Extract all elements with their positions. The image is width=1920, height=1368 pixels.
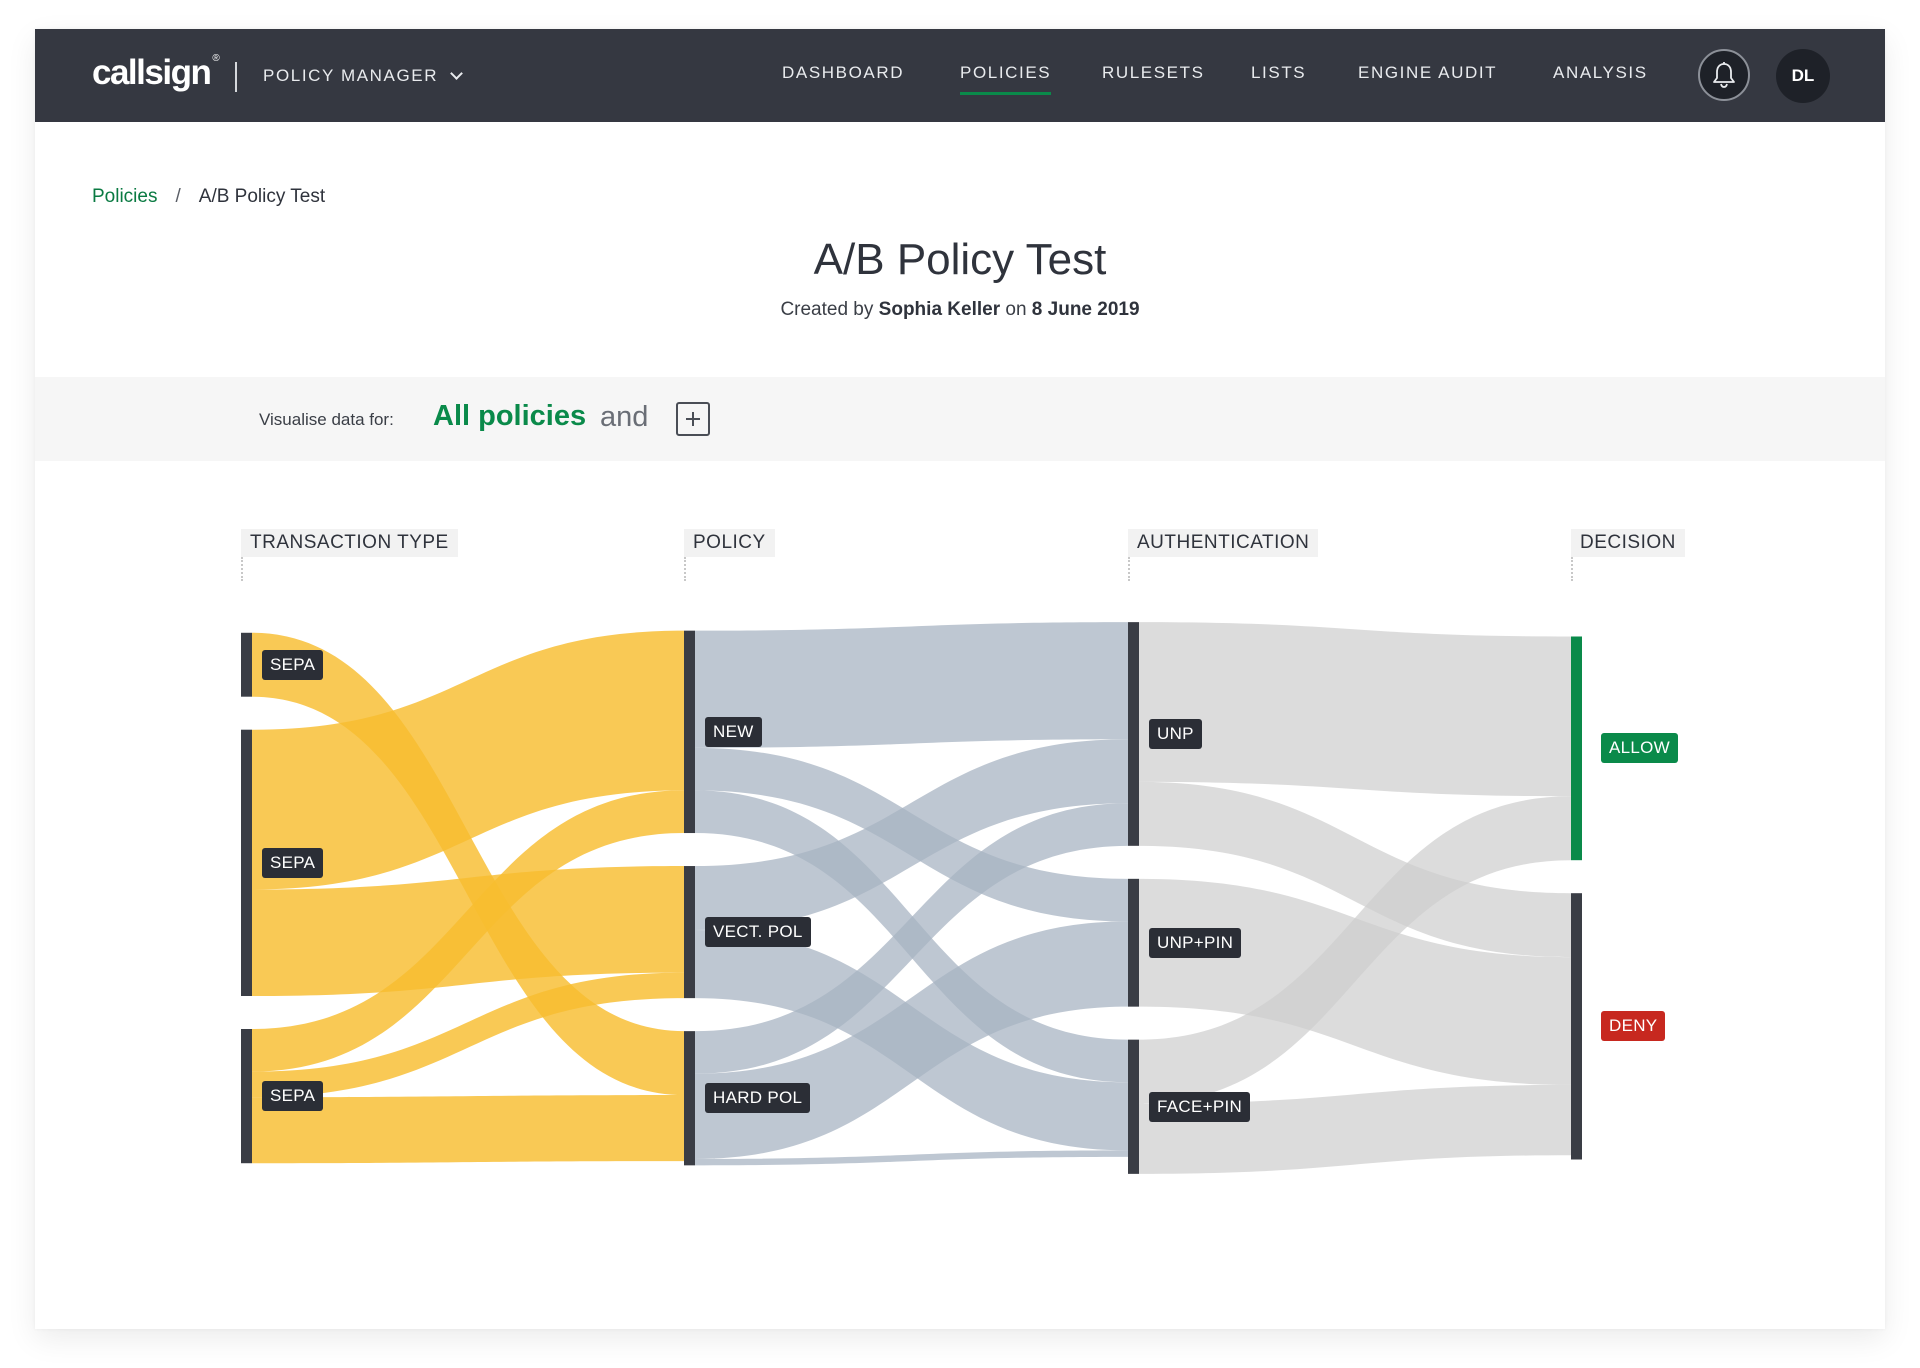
page-subtitle: Created by Sophia Keller on 8 June 2019 bbox=[35, 299, 1885, 321]
sankey-node-label-t2[interactable]: SEPA bbox=[262, 847, 324, 878]
nav-analysis[interactable]: ANALYSIS bbox=[1553, 63, 1648, 83]
user-avatar[interactable]: DL bbox=[1776, 49, 1830, 103]
nav-dashboard[interactable]: DASHBOARD bbox=[782, 63, 904, 83]
visualise-label: Visualise data for: bbox=[259, 410, 394, 429]
breadcrumb-current: A/B Policy Test bbox=[198, 186, 326, 207]
sankey-link-a_unp-d_allow[interactable] bbox=[1139, 622, 1571, 797]
created-date: 8 June 2019 bbox=[1031, 299, 1140, 320]
notifications-button[interactable] bbox=[1698, 49, 1750, 101]
sankey-node-bar-p_vect[interactable] bbox=[684, 866, 695, 999]
created-by-prefix: Created by bbox=[780, 299, 874, 320]
nav-engine-audit[interactable]: ENGINE AUDIT bbox=[1358, 63, 1497, 83]
sankey-node-bar-d_deny[interactable] bbox=[1571, 893, 1582, 1160]
sankey-node-label-a_unp[interactable]: UNP bbox=[1149, 718, 1202, 749]
sankey-node-bar-t2[interactable] bbox=[241, 729, 252, 996]
add-comparison-button[interactable] bbox=[676, 402, 710, 436]
sankey-node-bar-a_unppin[interactable] bbox=[1128, 878, 1139, 1007]
conjunction-label: and bbox=[600, 401, 649, 433]
sankey-node-label-a_unppin[interactable]: UNP+PIN bbox=[1149, 927, 1242, 958]
filter-bar: Visualise data for: All policies and bbox=[35, 377, 1885, 461]
sankey-node-label-a_face[interactable]: FACE+PIN bbox=[1149, 1091, 1251, 1122]
main-nav: DASHBOARD POLICIES RULESETS LISTS ENGINE… bbox=[35, 29, 1885, 122]
nav-rulesets[interactable]: RULESETS bbox=[1102, 63, 1205, 83]
sankey-node-bar-p_hard[interactable] bbox=[684, 1031, 695, 1166]
breadcrumb: Policies / A/B Policy Test bbox=[92, 186, 325, 208]
bell-icon bbox=[1713, 62, 1735, 88]
plus-icon bbox=[686, 412, 700, 426]
sankey-node-label-p_hard[interactable]: HARD POL bbox=[705, 1083, 811, 1114]
sankey-node-bar-a_unp[interactable] bbox=[1128, 622, 1139, 846]
created-on-label: on bbox=[1005, 299, 1027, 320]
sankey-links bbox=[252, 622, 1571, 1174]
sankey-chart: TRANSACTION TYPE POLICY AUTHENTICATION D… bbox=[35, 529, 1885, 1209]
sankey-node-label-t1[interactable]: SEPA bbox=[262, 649, 324, 680]
sankey-node-bar-t3[interactable] bbox=[241, 1029, 252, 1164]
page-title: A/B Policy Test bbox=[813, 235, 1107, 284]
breadcrumb-separator: / bbox=[175, 186, 181, 207]
author-name: Sophia Keller bbox=[878, 299, 1001, 320]
sankey-node-label-p_vect[interactable]: VECT. POL bbox=[705, 917, 811, 948]
sankey-node-label-d_allow[interactable]: ALLOW bbox=[1601, 733, 1679, 764]
app-window: callsign ® POLICY MANAGER DASHBOARD POLIC… bbox=[35, 29, 1885, 1329]
sankey-node-label-d_deny[interactable]: DENY bbox=[1601, 1011, 1666, 1042]
breadcrumb-policies-link[interactable]: Policies bbox=[92, 186, 157, 208]
policy-selector[interactable]: All policies bbox=[433, 400, 586, 433]
nav-lists[interactable]: LISTS bbox=[1251, 63, 1306, 83]
sankey-node-bar-a_face[interactable] bbox=[1128, 1039, 1139, 1174]
sankey-node-label-p_new[interactable]: NEW bbox=[705, 716, 762, 747]
nav-policies[interactable]: POLICIES bbox=[960, 63, 1052, 95]
sankey-node-bar-d_allow[interactable] bbox=[1571, 636, 1582, 861]
sankey-node-bar-t1[interactable] bbox=[241, 632, 252, 697]
sankey-node-bar-p_new[interactable] bbox=[684, 630, 695, 834]
top-navigation-bar: callsign ® POLICY MANAGER DASHBOARD POLIC… bbox=[35, 29, 1885, 122]
sankey-node-label-t3[interactable]: SEPA bbox=[262, 1081, 324, 1112]
